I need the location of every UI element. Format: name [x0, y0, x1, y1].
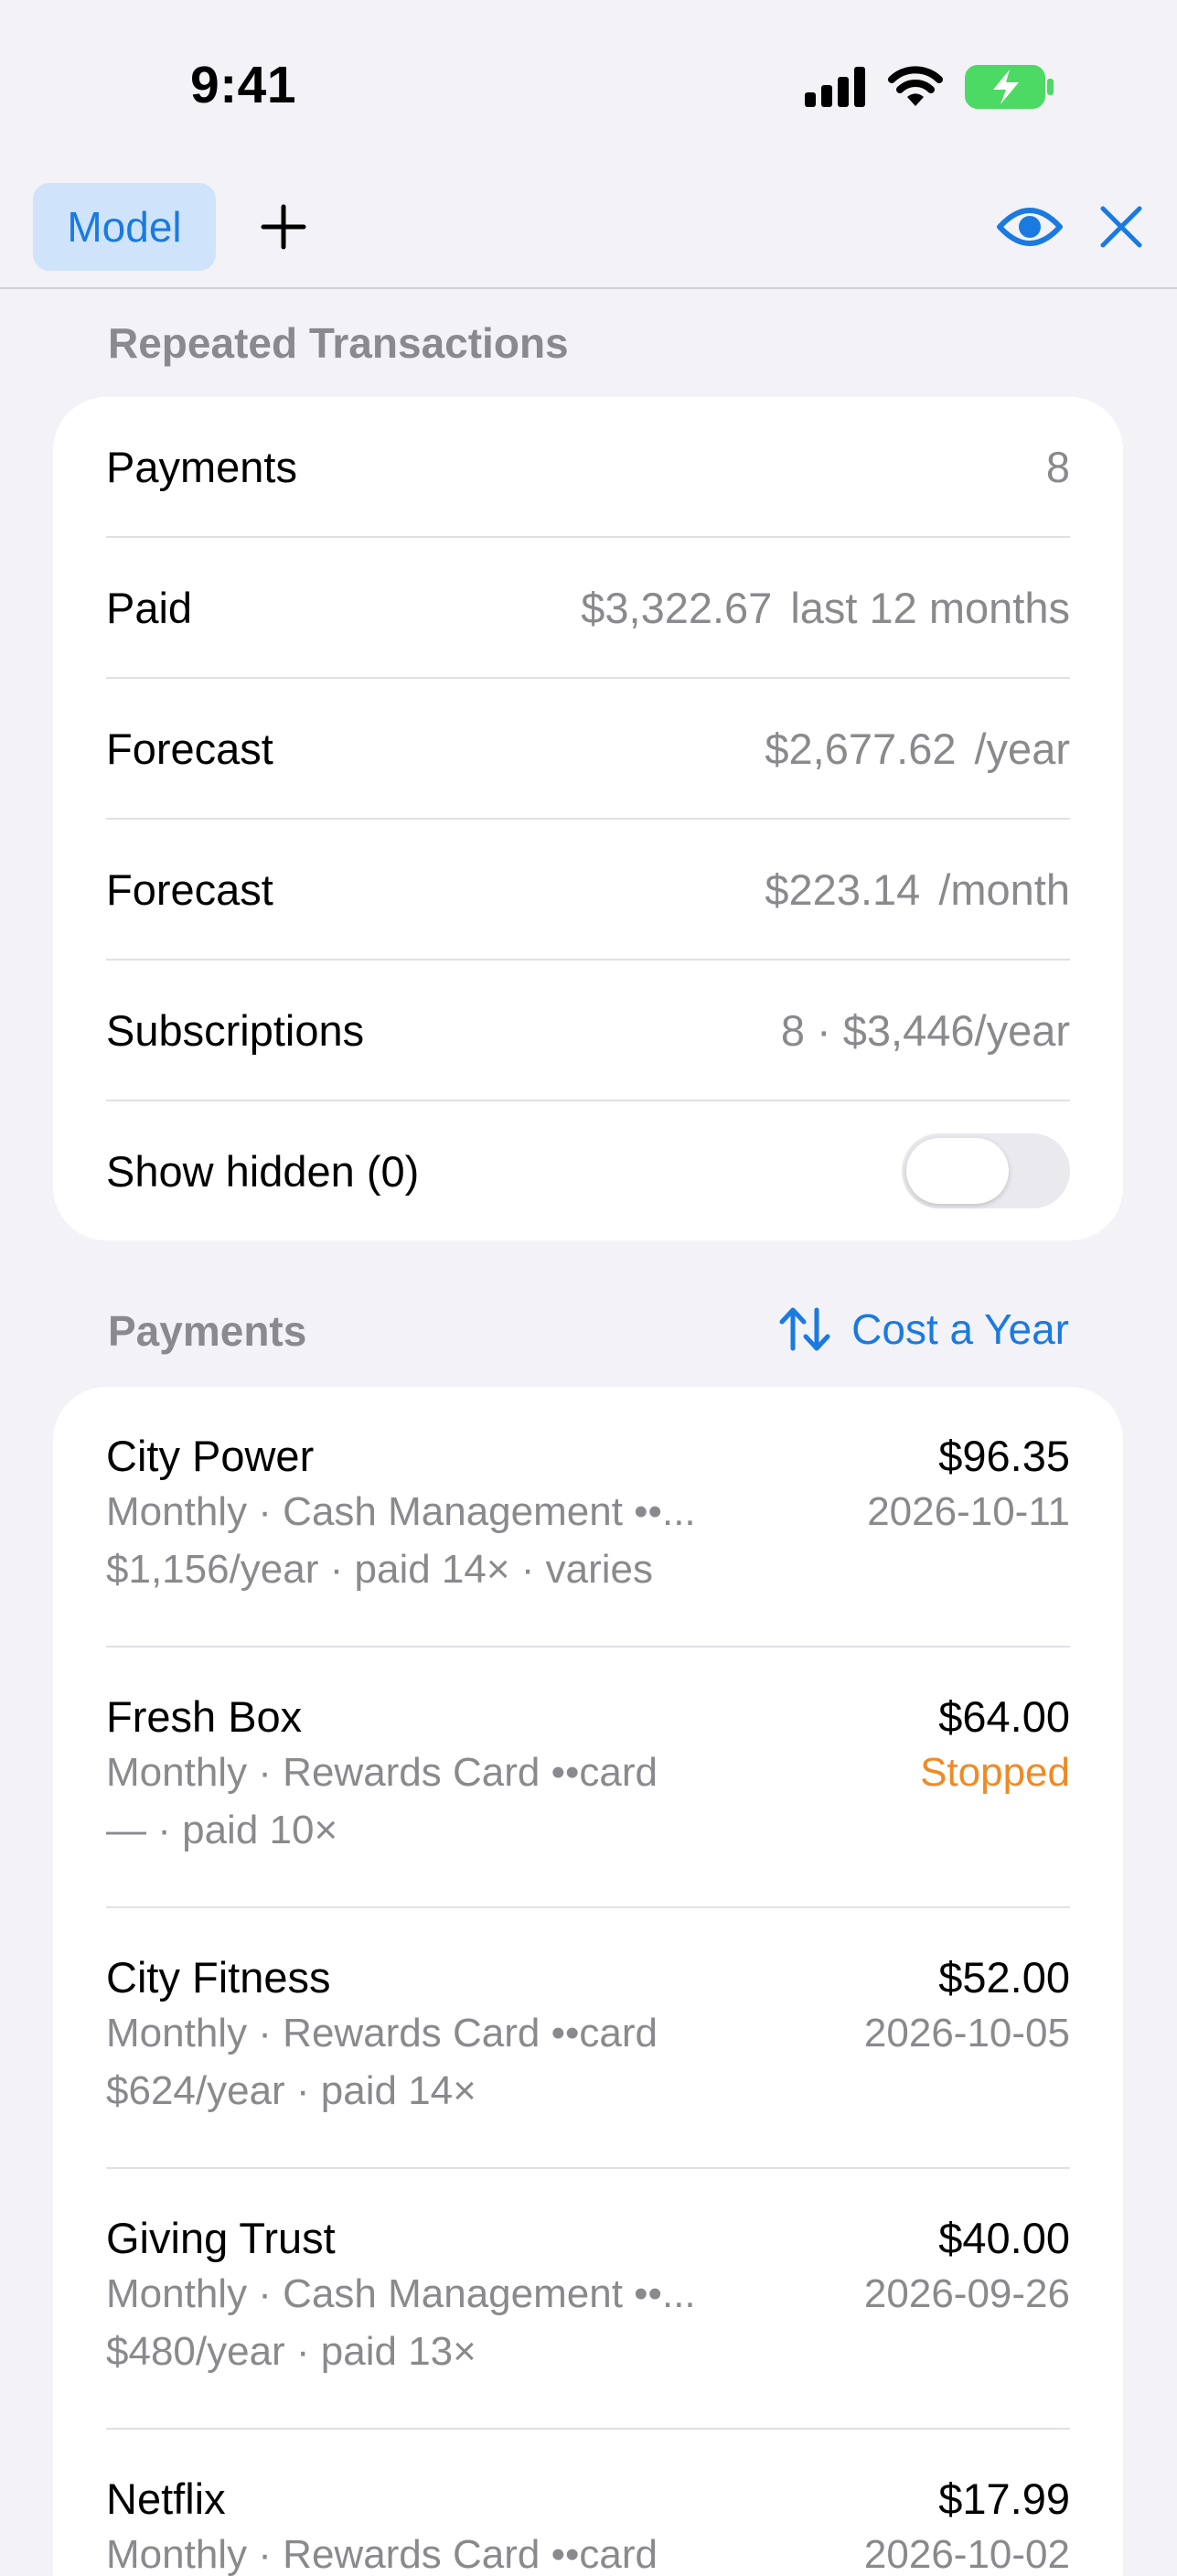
- stat-value: $223.14/month: [765, 864, 1070, 915]
- stat-row-forecast-year: Forecast $2,677.62/year: [106, 679, 1070, 820]
- payment-next-date: 2026-10-02: [863, 2532, 1070, 2576]
- status-time: 9:41: [190, 56, 297, 114]
- stat-value: $2,677.62/year: [765, 724, 1070, 774]
- close-icon: [1100, 206, 1142, 248]
- stat-value: 8 · $3,446/year: [781, 1005, 1070, 1056]
- wifi-icon: [887, 66, 944, 113]
- payment-row-city-fitness[interactable]: City Fitness $52.00 Monthly · Rewards Ca…: [106, 1908, 1070, 2169]
- payment-amount: $52.00: [938, 1953, 1070, 2002]
- toolbar: Model: [0, 174, 1177, 289]
- payment-name: Netflix: [106, 2474, 226, 2523]
- stat-amount: $3,322.67: [581, 583, 773, 632]
- stat-unit: last 12 months: [790, 583, 1070, 632]
- sort-label: Cost a Year: [851, 1305, 1069, 1353]
- payments-list: City Power $96.35 Monthly · Cash Managem…: [53, 1387, 1123, 2576]
- payment-frequency-account: Monthly · Cash Management ••...: [106, 1489, 696, 1534]
- stat-unit: /month: [938, 864, 1070, 914]
- show-hidden-row: Show hidden (0): [106, 1101, 1070, 1240]
- payment-yearly-summary: $624/year · paid 14×: [106, 2068, 476, 2113]
- payment-amount: $17.99: [938, 2474, 1070, 2523]
- payment-stopped-status: Stopped: [920, 1750, 1070, 1795]
- payment-name: City Fitness: [106, 1953, 331, 2002]
- payment-row-city-power[interactable]: City Power $96.35 Monthly · Cash Managem…: [106, 1387, 1070, 1648]
- payment-frequency-account: Monthly · Rewards Card ••card: [106, 1750, 658, 1795]
- stat-label: Forecast: [106, 864, 273, 914]
- model-button[interactable]: Model: [33, 183, 216, 271]
- visibility-button[interactable]: [997, 199, 1063, 254]
- add-button[interactable]: [254, 198, 313, 256]
- close-button[interactable]: [1097, 198, 1145, 256]
- payment-frequency-account: Monthly · Cash Management ••...: [106, 2271, 696, 2316]
- stat-label: Subscriptions: [106, 1005, 365, 1055]
- toggle-knob: [906, 1138, 1009, 1204]
- stat-row-paid: Paid $3,322.67 last 12 months: [106, 538, 1070, 679]
- sort-arrows-icon: [779, 1307, 830, 1351]
- stat-amount: 8: [1045, 442, 1070, 491]
- show-hidden-toggle[interactable]: [902, 1133, 1070, 1208]
- payment-row-netflix[interactable]: Netflix $17.99 Monthly · Rewards Card ••…: [106, 2430, 1070, 2576]
- payments-section-title: Payments: [108, 1307, 307, 1355]
- payment-name: Giving Trust: [106, 2214, 336, 2262]
- status-bar: 9:41: [0, 0, 1177, 174]
- payment-next-date: 2026-10-05: [863, 2011, 1070, 2055]
- stat-value: $3,322.67 last 12 months: [581, 583, 1070, 633]
- battery-charging-icon: [964, 64, 1055, 114]
- stat-amount: 8 · $3,446/year: [780, 1005, 1070, 1055]
- stat-value: 8: [1046, 442, 1070, 492]
- payment-row-fresh-box[interactable]: Fresh Box $64.00 Monthly · Rewards Card …: [106, 1648, 1070, 1908]
- stat-row-subscriptions: Subscriptions 8 · $3,446/year: [106, 961, 1070, 1101]
- stat-label: Payments: [106, 442, 297, 491]
- stat-row-payments: Payments 8: [106, 397, 1070, 538]
- payment-amount: $40.00: [938, 2214, 1070, 2262]
- payment-name: City Power: [106, 1432, 315, 1480]
- cellular-signal-icon: [805, 67, 867, 112]
- payment-frequency-account: Monthly · Rewards Card ••card: [106, 2532, 658, 2576]
- payment-yearly-summary: $480/year · paid 13×: [106, 2329, 476, 2374]
- payment-amount: $64.00: [938, 1692, 1070, 1741]
- payment-yearly-summary: $1,156/year · paid 14× · varies: [106, 1547, 654, 1592]
- payment-next-date: 2026-09-26: [863, 2271, 1070, 2316]
- show-hidden-label: Show hidden (0): [106, 1146, 420, 1196]
- payment-next-date: 2026-10-11: [867, 1489, 1070, 1534]
- sort-button[interactable]: Cost a Year: [778, 1304, 1069, 1354]
- stat-label: Forecast: [106, 724, 273, 773]
- payment-name: Fresh Box: [106, 1692, 303, 1741]
- stat-row-forecast-month: Forecast $223.14/month: [106, 820, 1070, 961]
- payment-amount: $96.35: [938, 1432, 1070, 1480]
- payment-frequency-account: Monthly · Rewards Card ••card: [106, 2011, 658, 2055]
- plus-icon: [261, 204, 306, 250]
- stat-amount: $2,677.62: [765, 724, 957, 773]
- eye-icon: [997, 208, 1063, 246]
- summary-section-title: Repeated Transactions: [108, 319, 569, 367]
- payment-row-giving-trust[interactable]: Giving Trust $40.00 Monthly · Cash Manag…: [106, 2169, 1070, 2430]
- stat-label: Paid: [106, 583, 193, 632]
- payment-yearly-summary: — · paid 10×: [106, 1808, 338, 1852]
- summary-card: Payments 8 Paid $3,322.67 last 12 months …: [53, 397, 1123, 1240]
- status-icons: [805, 64, 1055, 114]
- stat-unit: /year: [974, 724, 1071, 773]
- stat-amount: $223.14: [765, 864, 921, 914]
